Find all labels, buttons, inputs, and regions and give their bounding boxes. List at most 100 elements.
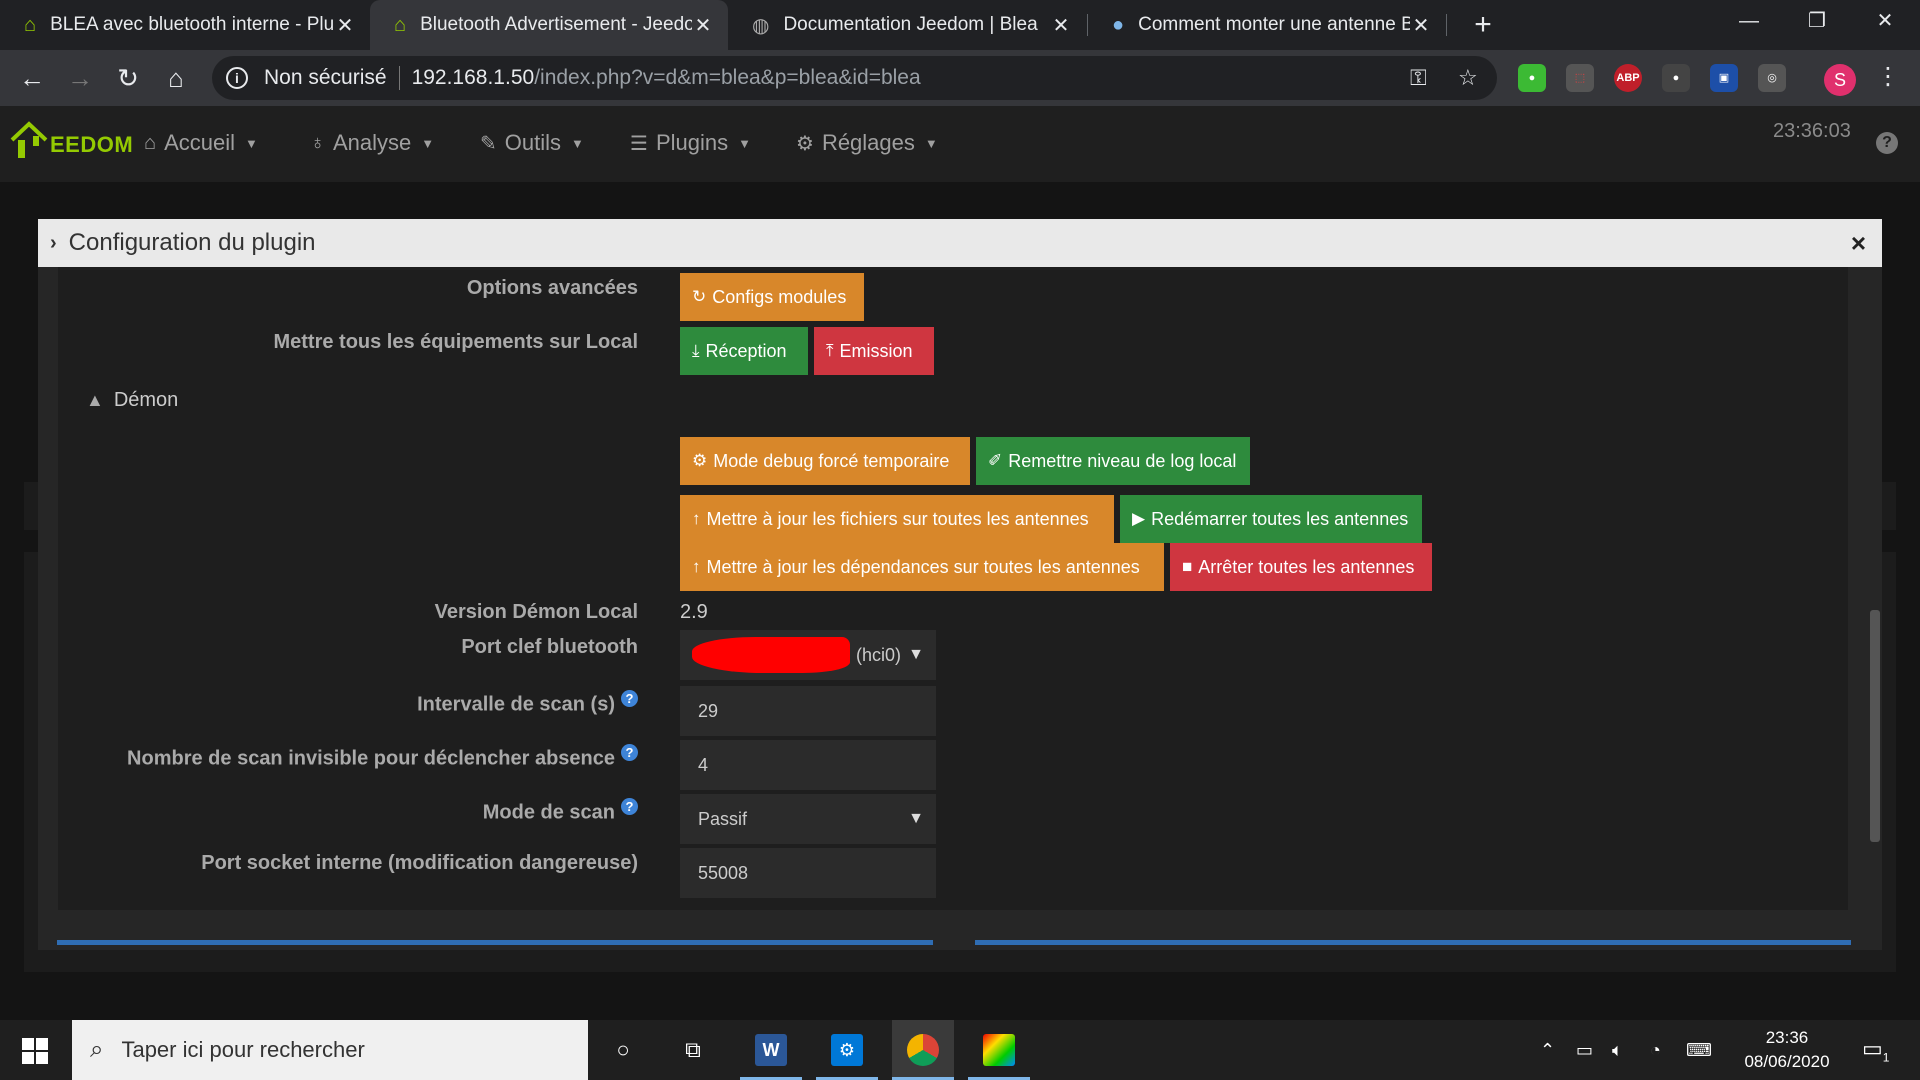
- pdf-extension-icon[interactable]: ⬚: [1566, 64, 1594, 92]
- tray-chevron-icon[interactable]: ⌃: [1540, 1040, 1555, 1061]
- redaction-mark: [692, 637, 850, 673]
- menu-analyse[interactable]: ♁ Analyse ▼: [310, 130, 434, 156]
- reception-button[interactable]: ⤓ Réception: [680, 327, 808, 375]
- clock-time: 23:36: [1765, 1028, 1809, 1047]
- menu-label: Réglages: [821, 130, 915, 155]
- button-label: Remettre niveau de log local: [1008, 450, 1237, 471]
- logo-text: EEDOM: [50, 132, 134, 157]
- taskbar-clock[interactable]: 23:36 08/06/2020: [1732, 1026, 1842, 1074]
- url-host: 192.168.1.50: [411, 66, 535, 89]
- help-icon[interactable]: ?: [1876, 132, 1898, 154]
- windows-start-icon[interactable]: [22, 1038, 48, 1064]
- browser-tab-3[interactable]: ◍ Documentation Jeedom | Blea ✕: [728, 0, 1086, 50]
- word-app[interactable]: W: [740, 1020, 802, 1080]
- menu-label: Analyse: [333, 130, 412, 155]
- tab-underline: [57, 940, 933, 945]
- scan-mode-select[interactable]: Passif ▼: [680, 794, 936, 844]
- socket-port-input[interactable]: 55008: [680, 848, 936, 898]
- menu-accueil[interactable]: ⌂ Accueil ▼: [144, 130, 258, 156]
- modal-scrollbar[interactable]: [1870, 610, 1880, 842]
- glasses-extension-icon[interactable]: ◎: [1758, 64, 1786, 92]
- cortana-icon[interactable]: ○: [606, 1034, 640, 1066]
- arrow-up-icon: ↑: [692, 509, 701, 528]
- stop-antennas-button[interactable]: ■ Arrêter toutes les antennes: [1170, 543, 1432, 591]
- scan-mode-label: Mode de scan?: [483, 798, 638, 825]
- gears-icon: ⚙: [692, 451, 708, 470]
- jeedom-logo[interactable]: EEDOM: [10, 118, 133, 162]
- browser-tab-strip: ⌂ BLEA avec bluetooth interne - Plu ✕ ⌂ …: [0, 0, 1920, 50]
- settings-app[interactable]: ⚙: [816, 1020, 878, 1080]
- label-text: Intervalle de scan (s): [417, 693, 615, 716]
- close-tab-icon[interactable]: ✕: [1050, 13, 1072, 38]
- site-icon: ●: [1112, 13, 1125, 36]
- close-window-icon[interactable]: ✕: [1850, 0, 1920, 42]
- help-icon[interactable]: ?: [621, 744, 638, 761]
- browser-tab-2[interactable]: ⌂ Bluetooth Advertisement - Jeedo ✕: [370, 0, 728, 50]
- tab-title: Comment monter une antenne B: [1138, 14, 1410, 35]
- scan-interval-input[interactable]: 29: [680, 686, 936, 736]
- label-text: Nombre de scan invisible pour déclencher…: [127, 747, 615, 770]
- menu-plugins[interactable]: ☰ Plugins ▼: [630, 130, 751, 156]
- url-path: /index.php?v=d&m=blea&p=blea&id=blea: [534, 66, 921, 89]
- green-extension-icon[interactable]: ●: [1518, 64, 1546, 92]
- tab-underline: [975, 940, 1851, 945]
- forward-icon[interactable]: →: [64, 62, 96, 94]
- wifi-icon[interactable]: ◔: [1650, 1040, 1661, 1061]
- absence-input[interactable]: 4: [680, 740, 936, 790]
- browser-toolbar: ← → ↻ ⌂ i Non sécurisé 192.168.1.50 /ind…: [0, 50, 1920, 106]
- menu-outils[interactable]: ✎ Outils ▼: [480, 130, 584, 156]
- profile-avatar[interactable]: S: [1824, 64, 1856, 96]
- notification-icon[interactable]: ▭1: [1862, 1036, 1889, 1064]
- modal-close-icon[interactable]: ×: [1851, 228, 1866, 259]
- port-select[interactable]: (hci0) ▼: [680, 630, 936, 680]
- menu-reglages[interactable]: ⚙ Réglages ▼: [796, 130, 938, 156]
- restart-antennas-button[interactable]: ▶ Redémarrer toutes les antennes: [1120, 495, 1422, 543]
- screen-extension-icon[interactable]: ▣: [1710, 64, 1738, 92]
- caret-down-icon: ▼: [908, 810, 924, 827]
- update-files-button[interactable]: ↑ Mettre à jour les fichiers sur toutes …: [680, 495, 1114, 543]
- reset-log-level-button[interactable]: ✐ Remettre niveau de log local: [976, 437, 1250, 485]
- modal-title: Configuration du plugin: [68, 229, 316, 256]
- help-icon[interactable]: ?: [621, 798, 638, 815]
- restore-icon[interactable]: ❐: [1782, 0, 1852, 42]
- configs-modules-button[interactable]: ↻ Configs modules: [680, 273, 864, 321]
- search-placeholder: Taper ici pour rechercher: [121, 1037, 365, 1062]
- tab-title: BLEA avec bluetooth interne - Plu: [50, 14, 334, 35]
- reload-icon[interactable]: ↻: [112, 62, 144, 94]
- update-dependencies-button[interactable]: ↑ Mettre à jour les dépendances sur tout…: [680, 543, 1164, 591]
- info-icon[interactable]: i: [226, 67, 248, 89]
- modal-body: [38, 267, 1882, 950]
- close-tab-icon[interactable]: ✕: [334, 13, 356, 38]
- key-icon[interactable]: ⚿: [1410, 65, 1427, 91]
- minimize-icon[interactable]: —: [1714, 0, 1784, 42]
- new-tab-button[interactable]: +: [1464, 6, 1502, 44]
- advanced-options-label: Options avancées: [466, 277, 638, 299]
- color-app[interactable]: [968, 1020, 1030, 1080]
- puzzle-extension-icon[interactable]: ●: [1662, 64, 1690, 92]
- home-icon[interactable]: ⌂: [160, 62, 192, 94]
- notification-badge-icon: ▭: [1862, 1036, 1883, 1061]
- adblock-icon[interactable]: ABP: [1614, 64, 1642, 92]
- task-view-icon[interactable]: ⧉: [676, 1034, 710, 1066]
- bookmark-star-icon[interactable]: ☆: [1458, 65, 1478, 91]
- close-tab-icon[interactable]: ✕: [692, 13, 714, 38]
- help-icon[interactable]: ?: [621, 690, 638, 707]
- divider: [398, 66, 400, 90]
- back-icon[interactable]: ←: [16, 62, 48, 94]
- battery-icon[interactable]: ▭: [1576, 1040, 1593, 1061]
- notification-count: 1: [1882, 1050, 1890, 1065]
- taskbar-search[interactable]: ⌕ Taper ici pour rechercher: [72, 1020, 588, 1080]
- tab-title: Documentation Jeedom | Blea: [783, 14, 1038, 35]
- debug-mode-button[interactable]: ⚙ Mode debug forcé temporaire: [680, 437, 970, 485]
- browser-tab-4[interactable]: ● Comment monter une antenne B ✕: [1088, 0, 1446, 50]
- chrome-app[interactable]: [892, 1020, 954, 1080]
- caret-down-icon: ▼: [245, 135, 258, 151]
- browser-menu-icon[interactable]: ⋮: [1876, 62, 1900, 91]
- close-tab-icon[interactable]: ✕: [1410, 13, 1432, 38]
- emission-button[interactable]: ⤒ Emission: [814, 327, 934, 375]
- bell-icon: ▲: [86, 390, 104, 410]
- browser-tab-1[interactable]: ⌂ BLEA avec bluetooth interne - Plu ✕: [0, 0, 370, 50]
- volume-icon[interactable]: 🔈︎: [1612, 1040, 1623, 1061]
- address-bar[interactable]: i Non sécurisé 192.168.1.50 /index.php?v…: [212, 56, 1497, 100]
- keyboard-icon[interactable]: ⌨: [1686, 1040, 1712, 1061]
